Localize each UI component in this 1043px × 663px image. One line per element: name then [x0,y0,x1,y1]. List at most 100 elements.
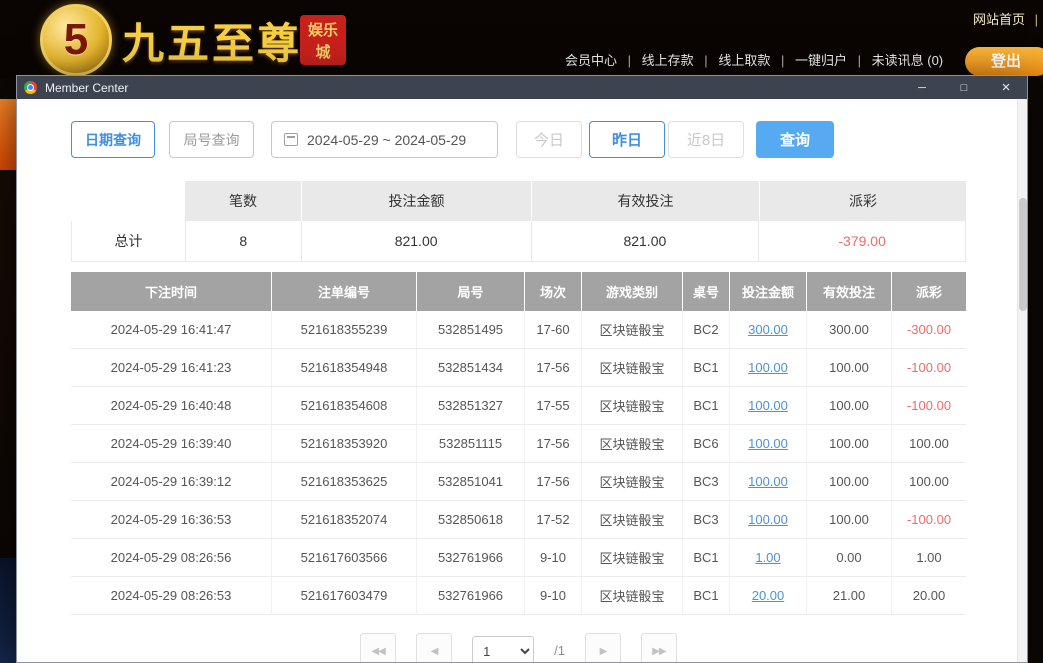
bet-amount-link[interactable]: 100.00 [748,398,788,413]
bet-amount-link[interactable]: 1.00 [755,550,780,565]
pagination-next-button[interactable]: ▶ [585,633,621,662]
cell-valid-bet: 100.00 [806,425,891,462]
cell-table-no: BC2 [682,311,729,348]
btn-today[interactable]: 今日 [516,121,582,158]
site-logo-badge: 娱乐 城 [300,15,346,65]
link-online-deposit[interactable]: 线上存款 [642,53,694,68]
nav-separator: | [704,53,707,68]
cell-game-type: 区块链骰宝 [581,501,682,538]
cell-bet-amount: 1.00 [729,539,806,576]
browser-app-icon [24,81,37,94]
cell-payout: 1.00 [891,539,966,576]
site-logo-title: 九五至尊 [122,10,302,71]
scrollbar-thumb[interactable] [1019,198,1027,311]
link-one-key-transfer[interactable]: 一键归户 [795,53,847,68]
nav-separator: | [1035,12,1038,27]
main-nav-fragment [0,99,17,170]
minimize-button[interactable]: ─ [901,76,943,99]
cell-round-id: 532761966 [416,539,524,576]
cell-bet-id: 521618353920 [271,425,416,462]
cell-game-type: 区块链骰宝 [581,349,682,386]
table-row: 2024-05-29 16:39:12 521618353625 5328510… [71,463,966,501]
table-row: 2024-05-29 08:26:56 521617603566 5327619… [71,539,966,577]
cell-session: 17-56 [524,425,581,462]
bet-amount-link[interactable]: 100.00 [748,360,788,375]
cell-bet-id: 521618353625 [271,463,416,500]
bet-amount-link[interactable]: 100.00 [748,436,788,451]
cell-session: 17-56 [524,463,581,500]
pagination-first-button[interactable]: ◀◀ [360,633,396,662]
cell-session: 17-56 [524,349,581,386]
logo-badge-line2: 城 [300,42,346,64]
cell-bet-id: 521618354948 [271,349,416,386]
cell-bet-time: 2024-05-29 08:26:53 [71,577,271,614]
cell-payout: -300.00 [891,311,966,348]
cell-bet-amount: 20.00 [729,577,806,614]
bet-amount-link[interactable]: 100.00 [748,512,788,527]
cell-bet-amount: 100.00 [729,387,806,424]
maximize-icon: □ [961,82,968,94]
cell-game-type: 区块链骰宝 [581,539,682,576]
cell-payout: -100.00 [891,501,966,538]
pagination-last-button[interactable]: ▶▶ [641,633,677,662]
vertical-scrollbar[interactable] [1017,99,1027,662]
summary-table: 笔数 投注金额 有效投注 派彩 总计 8 821.00 821.00 -379.… [71,181,966,262]
cell-valid-bet: 100.00 [806,387,891,424]
cell-table-no: BC3 [682,463,729,500]
cell-round-id: 532851495 [416,311,524,348]
page-total: /1 [554,633,565,662]
btn-last-8-days[interactable]: 近8日 [668,121,744,158]
maximize-button[interactable]: □ [943,76,985,99]
bet-amount-link[interactable]: 20.00 [752,588,785,603]
cell-bet-amount: 100.00 [729,463,806,500]
pagination-prev-button[interactable]: ◀ [416,633,452,662]
cell-round-id: 532851327 [416,387,524,424]
cell-payout: -100.00 [891,387,966,424]
tab-date-query[interactable]: 日期查询 [71,121,155,158]
link-unread-messages[interactable]: 未读讯息 (0) [872,53,944,68]
window-titlebar[interactable]: Member Center ─ □ × [17,76,1027,99]
cell-bet-time: 2024-05-29 16:40:48 [71,387,271,424]
first-page-icon: ◀◀ [371,646,384,657]
header-valid-bet: 有效投注 [806,272,891,311]
cell-valid-bet: 100.00 [806,501,891,538]
query-button[interactable]: 查询 [756,121,834,158]
window-controls: ─ □ × [901,76,1027,99]
cell-session: 17-52 [524,501,581,538]
cell-valid-bet: 0.00 [806,539,891,576]
summary-header-row: 笔数 投注金额 有效投注 派彩 [71,181,966,221]
cell-game-type: 区块链骰宝 [581,463,682,500]
cell-game-type: 区块链骰宝 [581,387,682,424]
tab-round-query[interactable]: 局号查询 [169,121,254,158]
summary-total-label: 总计 [72,221,185,261]
cell-round-id: 532851115 [416,425,524,462]
date-range-value: 2024-05-29 ~ 2024-05-29 [307,132,466,148]
bet-amount-link[interactable]: 300.00 [748,322,788,337]
close-icon: × [1002,79,1011,96]
logout-button[interactable]: 登出 [965,47,1043,76]
cell-payout: 100.00 [891,463,966,500]
summary-header-blank [71,181,184,221]
cell-bet-time: 2024-05-29 16:36:53 [71,501,271,538]
header-bet-id: 注单编号 [271,272,416,311]
cell-session: 17-60 [524,311,581,348]
btn-yesterday[interactable]: 昨日 [589,121,665,158]
cell-table-no: BC1 [682,387,729,424]
link-member-center[interactable]: 会员中心 [565,53,617,68]
link-online-withdraw[interactable]: 线上取款 [718,53,770,68]
summary-valid-bet-value: 821.00 [531,221,759,261]
close-button[interactable]: × [985,76,1027,99]
page-select[interactable]: 1 [472,636,534,662]
next-page-icon: ▶ [600,646,607,657]
bets-header-row: 下注时间 注单编号 局号 场次 游戏类别 桌号 投注金额 有效投注 派彩 [71,272,966,311]
bet-amount-link[interactable]: 100.00 [748,474,788,489]
table-row: 2024-05-29 16:40:48 521618354608 5328513… [71,387,966,425]
background-strip [0,170,16,560]
cell-session: 9-10 [524,577,581,614]
logo-number: 5 [64,15,88,65]
date-range-picker[interactable]: 2024-05-29 ~ 2024-05-29 [271,121,498,158]
cell-game-type: 区块链骰宝 [581,577,682,614]
link-site-home[interactable]: 网站首页 [973,12,1025,27]
site-logo-coin: 5 [40,4,112,76]
cell-bet-id: 521618355239 [271,311,416,348]
